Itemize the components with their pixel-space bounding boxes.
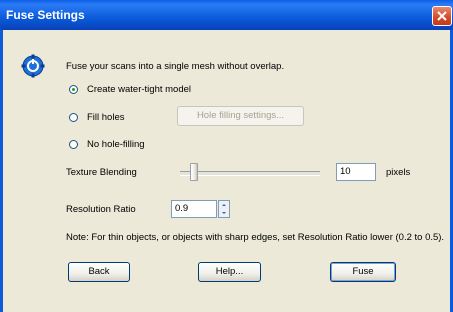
spin-down-button[interactable]: [219, 209, 229, 217]
texture-blending-input[interactable]: 10: [336, 163, 376, 181]
window-title: Fuse Settings: [6, 8, 85, 22]
texture-slider-thumb[interactable]: [190, 163, 198, 181]
texture-unit-label: pixels: [386, 167, 411, 178]
radio-water-tight[interactable]: [69, 85, 78, 94]
resolution-ratio-input[interactable]: 0.9: [171, 200, 217, 218]
texture-slider-track[interactable]: [180, 171, 320, 176]
texture-blending-label: Texture Blending: [66, 167, 137, 178]
resolution-spinner[interactable]: [218, 200, 230, 218]
intro-text: Fuse your scans into a single mesh witho…: [66, 61, 285, 72]
radio-fill-holes-label[interactable]: Fill holes: [87, 112, 125, 123]
hole-filling-settings-button[interactable]: Hole filling settings...: [177, 106, 304, 126]
radio-water-tight-label[interactable]: Create water-tight model: [87, 84, 191, 95]
close-button[interactable]: [432, 6, 452, 26]
title-bar[interactable]: Fuse Settings: [0, 0, 453, 30]
fuse-button[interactable]: Fuse: [330, 262, 396, 282]
close-icon: [437, 11, 447, 21]
back-button[interactable]: Back: [68, 262, 130, 282]
radio-no-hole-filling-label[interactable]: No hole-filling: [87, 139, 145, 150]
help-button[interactable]: Help...: [198, 262, 261, 282]
spin-down-icon: [222, 212, 226, 214]
spin-up-button[interactable]: [219, 201, 229, 209]
note-text: Note: For thin objects, or objects with …: [66, 232, 445, 243]
spin-up-icon: [222, 204, 226, 206]
fuse-gear-icon: [21, 54, 45, 78]
resolution-ratio-label: Resolution Ratio: [66, 204, 136, 215]
radio-fill-holes[interactable]: [69, 113, 78, 122]
radio-no-hole-filling[interactable]: [69, 140, 78, 149]
